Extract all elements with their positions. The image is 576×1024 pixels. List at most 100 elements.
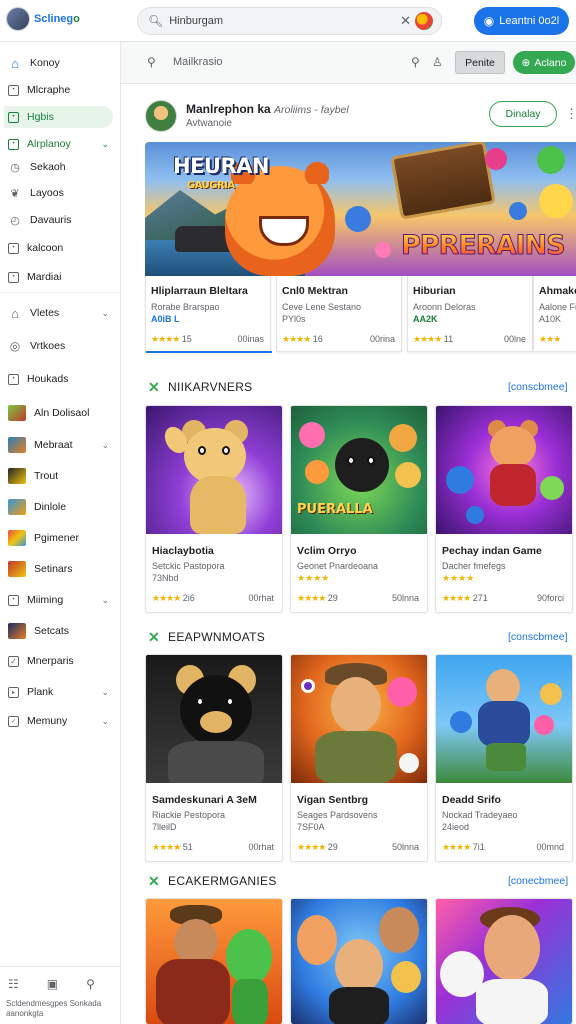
sidebar-item-3[interactable]: • Hgbis xyxy=(4,106,113,128)
game-card[interactable]: Vigan Sentbrg Seages Pardsovens 7SF0A ★★… xyxy=(290,654,428,862)
game-card[interactable]: Samdeskunari A 3eM Riackie Pestopora 7ll… xyxy=(145,654,283,862)
image-icon[interactable]: ▣ xyxy=(47,977,58,991)
game-thumb-icon xyxy=(8,468,26,484)
sidebar-item-8[interactable]: • kalcoon xyxy=(4,237,113,259)
card-price: 00rhat xyxy=(248,593,274,603)
game-thumb-icon xyxy=(8,499,26,515)
sidebar-footer: ☷ ▣ ⚲ Scldendmesgpes Sonkada aanonkgta xyxy=(0,966,120,1024)
chevron-down-icon[interactable]: ⌄ xyxy=(101,716,109,727)
search-icon[interactable]: ⚲ xyxy=(86,977,95,991)
publisher-avatar[interactable] xyxy=(145,100,177,132)
card-title: Hliplarraun Bleltara xyxy=(151,285,248,297)
sidebar: ⌂ Konoy • Mlcraphe • Hgbis • Alrplanoy ⌄… xyxy=(0,42,121,1024)
game-card[interactable]: Pechay indan Game Dacher fmefegs ★★★★ ★★… xyxy=(435,405,573,613)
game-card[interactable]: Deadd Srifo Nockad Tradeyaeo 24ieod ★★★★… xyxy=(435,654,573,862)
apps-grid-icon[interactable]: ☷ xyxy=(8,977,19,991)
sidebar-item-label: Konoy xyxy=(30,57,60,69)
sidebar-item-23[interactable]: ✓ Memuny ⌄ xyxy=(4,710,113,732)
sidebar-item-label: Setinars xyxy=(34,563,73,575)
featured-card[interactable]: Ahmake Aalone Frus A10K ★★★ xyxy=(533,276,576,352)
card-subtitle: Seages Pardsovens xyxy=(297,810,378,820)
sidebar-item-15[interactable]: Trout xyxy=(4,465,113,487)
game-card[interactable]: PUERALLA Vclim Orryo Geonet Pnardeoana ★… xyxy=(290,405,428,613)
sidebar-item-7[interactable]: ◴ Davauris xyxy=(4,209,113,231)
sidebar-item-21[interactable]: ✓ Mnerparis xyxy=(4,650,113,672)
sidebar-item-16[interactable]: Dinlole xyxy=(4,496,113,518)
chevron-down-icon[interactable]: ⌄ xyxy=(101,308,109,319)
chevron-down-icon[interactable]: ⌄ xyxy=(101,595,109,606)
stars-icon: ★★★★ xyxy=(297,842,326,852)
sub-search-text[interactable]: Mailkrasio xyxy=(173,56,223,68)
sidebar-item-11[interactable]: ◎ Vrtkoes xyxy=(4,335,113,357)
chevron-down-icon[interactable]: ⌄ xyxy=(101,687,109,698)
sidebar-item-13[interactable]: Aln Dolisaol xyxy=(4,402,113,424)
sidebar-item-label: Alrplanoy xyxy=(27,138,71,150)
sidebar-item-19[interactable]: • Miiming ⌄ xyxy=(4,589,113,611)
close-x-icon[interactable]: ✕ xyxy=(148,629,160,646)
game-card[interactable]: Hiaclaybotia Setckic Pastopora 73Nbd ★★★… xyxy=(145,405,283,613)
brand[interactable]: Sclinego xyxy=(6,7,80,31)
featured-card[interactable]: Hiburian Aroonn Deloras AA2K ★★★★ 11 00l… xyxy=(407,276,533,352)
penite-button[interactable]: Penite xyxy=(455,51,505,74)
chevron-down-icon[interactable]: ⌄ xyxy=(101,139,109,150)
sidebar-item-label: kalcoon xyxy=(27,242,64,254)
search-icon[interactable]: ⚲ xyxy=(411,55,420,69)
game-card[interactable] xyxy=(435,898,573,1024)
featured-cards: Hliplarraun Bleltara Rorabe Brarspao A0i… xyxy=(145,276,576,354)
see-more-link[interactable]: [conecbmee] xyxy=(508,875,568,887)
see-more-link[interactable]: [conscbmee] xyxy=(508,631,568,643)
see-more-link[interactable]: [conscbmee] xyxy=(508,381,568,393)
sidebar-item-label: Aln Dolisaol xyxy=(34,407,90,419)
chevron-down-icon[interactable]: ⌄ xyxy=(101,440,109,451)
sidebar-item-9[interactable]: • Mardiai xyxy=(4,266,113,288)
box-icon: • xyxy=(8,84,19,96)
featured-card[interactable]: Cnl0 Mektran Ceve Lene Sestano PYl0s ★★★… xyxy=(276,276,402,352)
sidebar-item-18[interactable]: Setinars xyxy=(4,558,113,580)
clear-icon[interactable]: ✕ xyxy=(400,13,411,29)
sidebar-item-home[interactable]: ⌂ Konoy xyxy=(4,52,113,74)
sidebar-item-22[interactable]: ▸ Plank ⌄ xyxy=(4,681,113,703)
google-mic-icon[interactable] xyxy=(415,12,433,30)
card-rating: ★★★★ 29 xyxy=(297,593,338,603)
sidebar-item-12[interactable]: • Houkads xyxy=(4,368,113,390)
sidebar-item-label: Vletes xyxy=(30,307,60,319)
banner-title: PPRERAINS xyxy=(401,230,567,262)
sidebar-item-2[interactable]: • Mlcraphe xyxy=(4,79,113,101)
featured-banner[interactable]: HEURAN GAUGRIA PPRERAINS xyxy=(145,142,576,276)
game-thumb-icon xyxy=(8,530,26,546)
box-icon: • xyxy=(8,271,19,283)
follow-button[interactable]: Dinalay xyxy=(489,101,557,127)
sidebar-item-6[interactable]: ❦ Layoos xyxy=(4,182,113,204)
box-icon: • xyxy=(8,373,19,385)
featured-card[interactable]: Hliplarraun Bleltara Rorabe Brarspao A0i… xyxy=(145,276,272,353)
search-icon[interactable]: ⚲ xyxy=(147,55,156,69)
card-title: Hiaclaybotia xyxy=(152,545,214,557)
card-rating: ★★★★ 2i6 xyxy=(152,593,195,603)
footer-text: Scldendmesgpes Sonkada aanonkgta xyxy=(6,999,102,1018)
avatar[interactable] xyxy=(6,7,30,31)
card-meta: A0iB L xyxy=(151,314,180,324)
sidebar-item-17[interactable]: Pgimener xyxy=(4,527,113,549)
circle-icon: ◎ xyxy=(9,339,21,353)
game-thumb-icon xyxy=(8,561,26,577)
card-price: 00inas xyxy=(237,334,264,344)
sidebar-item-4[interactable]: • Alrplanoy ⌄ xyxy=(4,133,113,155)
search-bar[interactable]: 🔍︎ ✕ xyxy=(137,7,442,35)
art-lettering: PUERALLA xyxy=(297,502,373,517)
sidebar-item-20[interactable]: Setcats xyxy=(4,620,113,642)
sidebar-item-14[interactable]: Mebraat ⌄ xyxy=(4,434,113,456)
publisher-name[interactable]: Manlrephon ka Aroliims - faybel xyxy=(186,102,349,116)
search-input[interactable] xyxy=(169,15,390,27)
more-vert-icon[interactable]: ⋮ xyxy=(565,106,576,122)
user-icon[interactable]: ♙ xyxy=(432,55,443,69)
close-x-icon[interactable]: ✕ xyxy=(148,873,160,890)
sidebar-item-10[interactable]: ⌂ Vletes ⌄ xyxy=(4,302,113,324)
sidebar-item-5[interactable]: ◷ Sekaoh xyxy=(4,156,113,178)
action-button[interactable]: ⊕ Aclano xyxy=(513,51,575,74)
game-card[interactable] xyxy=(290,898,428,1024)
close-x-icon[interactable]: ✕ xyxy=(148,379,160,396)
sign-in-button[interactable]: ◉ Leantni 0o2l xyxy=(474,7,569,35)
game-card[interactable] xyxy=(145,898,283,1024)
blob-art xyxy=(509,202,527,220)
publisher-suffix: Aroliims - faybel xyxy=(274,104,349,116)
